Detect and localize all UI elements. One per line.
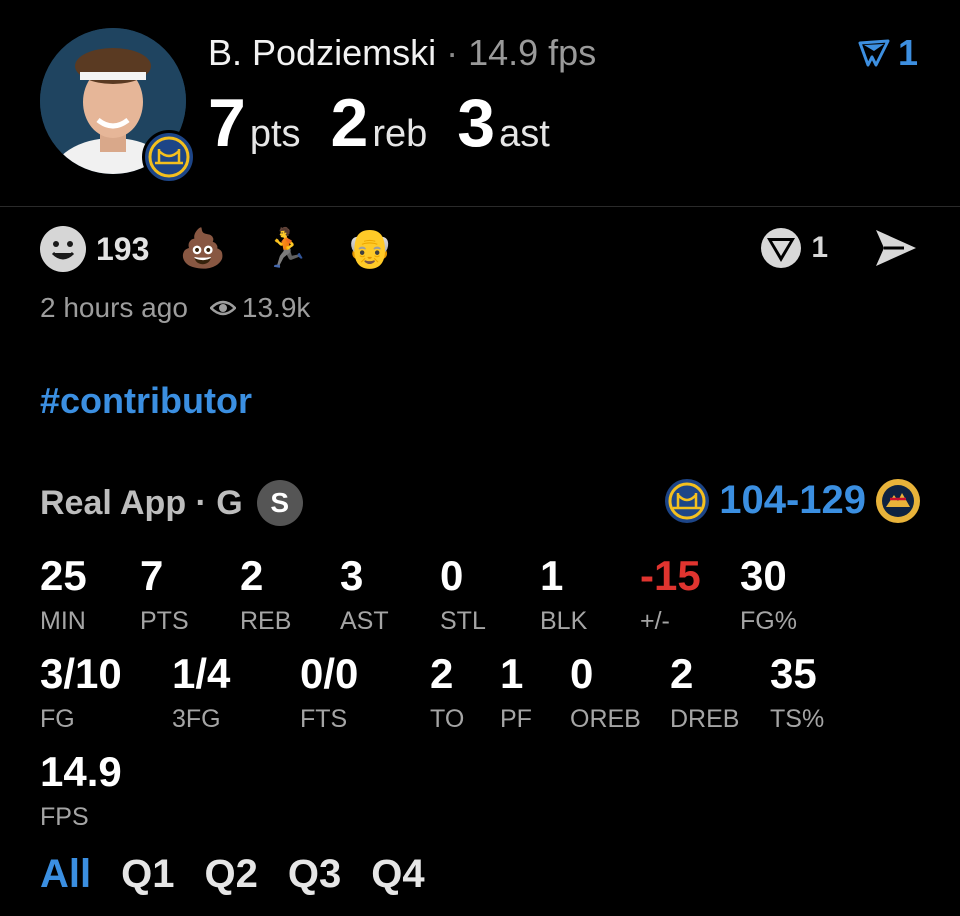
stat-label: 3FG	[172, 705, 221, 733]
stat-label: PTS	[140, 607, 189, 635]
stat-value: 0	[570, 650, 594, 697]
stat-fg: 3/10 FG	[40, 650, 122, 734]
stat-label: TO	[430, 705, 465, 733]
views: 13.9k	[209, 292, 311, 324]
eye-icon	[209, 300, 236, 316]
reaction-count: 193	[96, 230, 150, 267]
stat-label: FPS	[40, 803, 89, 831]
smiley-reaction-icon[interactable]	[40, 226, 86, 272]
vote-icon	[858, 39, 890, 67]
player-name[interactable]: B. Podziemski	[208, 32, 436, 73]
stat-value: 1	[500, 650, 524, 697]
tab-q1[interactable]: Q1	[121, 852, 174, 897]
warriors-logo-icon	[142, 130, 196, 184]
stat-ast: 3 AST	[340, 552, 389, 636]
stat-value: 35	[770, 650, 817, 697]
stat-value: 2	[430, 650, 454, 697]
stat-pf: 1 PF	[500, 650, 532, 734]
headline-ast-value: 3	[457, 85, 496, 161]
stat-ts-pct: 35 TS%	[770, 650, 824, 734]
stat-label: REB	[240, 607, 292, 635]
stat-label: DREB	[670, 705, 740, 733]
hashtag-link[interactable]: #contributor	[40, 380, 252, 422]
tab-all[interactable]: All	[40, 852, 91, 897]
stat-value: 3/10	[40, 650, 122, 697]
stat-fps: 14.9 FPS	[40, 748, 122, 832]
game-label: Real App · G	[40, 483, 243, 522]
stat-label: FG	[40, 705, 75, 733]
headline-reb-value: 2	[330, 85, 369, 161]
post-vote-count: 1	[811, 231, 828, 264]
headline-pts-value: 7	[208, 85, 246, 161]
poop-emoji-icon[interactable]: 💩	[179, 226, 226, 272]
stat-plus-minus: -15 +/-	[640, 552, 701, 636]
quarter-tabs: All Q1 Q2 Q3 Q4	[40, 852, 425, 897]
stat-stl: 0 STL	[440, 552, 486, 636]
stat-value: 3	[340, 552, 364, 599]
stat-label: MIN	[40, 607, 86, 635]
vote-shield-icon[interactable]	[759, 226, 803, 270]
stat-value: 2	[670, 650, 694, 697]
stat-value: 7	[140, 552, 164, 599]
stat-oreb: 0 OREB	[570, 650, 641, 734]
stat-value: -15	[640, 552, 701, 599]
stat-value: 0/0	[300, 650, 359, 697]
nuggets-team-icon	[876, 478, 920, 523]
stat-3fg: 1/4 3FG	[172, 650, 230, 734]
time-ago: 2 hours ago	[40, 292, 188, 323]
stat-label: PF	[500, 705, 532, 733]
warriors-team-icon	[665, 478, 710, 523]
stat-value: 30	[740, 552, 787, 599]
tab-q4[interactable]: Q4	[371, 852, 424, 897]
reactions-row: 193 💩 🏃 👴	[40, 226, 429, 272]
stat-label: FTS	[300, 705, 348, 733]
stat-label: STL	[440, 607, 486, 635]
top-vote-count: 1	[897, 32, 918, 73]
stat-dreb: 2 DREB	[670, 650, 739, 734]
stat-label: +/-	[640, 607, 670, 635]
headline-reb-unit: reb	[372, 113, 428, 155]
player-fps: 14.9 fps	[468, 32, 597, 73]
stat-fts: 0/0 FTS	[300, 650, 358, 734]
stat-value: 2	[240, 552, 264, 599]
stat-label: TS%	[770, 705, 825, 733]
header-divider	[0, 206, 960, 207]
game-source: Real App · G S	[40, 480, 303, 526]
post-actions: 1	[759, 226, 918, 270]
stat-pts: 7 PTS	[140, 552, 189, 636]
stat-label: BLK	[540, 607, 588, 635]
share-send-icon[interactable]	[874, 228, 918, 268]
stat-value: 1	[540, 552, 564, 599]
game-score[interactable]: 104-129	[665, 478, 920, 523]
player-name-line[interactable]: B. Podziemski · 14.9 fps	[208, 32, 596, 74]
post-meta: 2 hours ago 13.9k	[40, 292, 310, 324]
headline-ast-unit: ast	[499, 113, 550, 155]
stat-value: 14.9	[40, 748, 122, 795]
stat-value: 25	[40, 552, 87, 599]
headline-stats: 7 pts 2 reb 3 ast	[208, 84, 580, 162]
stat-min: 25 MIN	[40, 552, 87, 636]
stat-label: AST	[340, 607, 389, 635]
s-badge: S	[256, 480, 303, 526]
stat-value: 0	[440, 552, 464, 599]
views-count: 13.9k	[241, 292, 311, 323]
stat-to: 2 TO	[430, 650, 464, 734]
stat-blk: 1 BLK	[540, 552, 587, 636]
old-man-emoji-icon[interactable]: 👴	[346, 226, 393, 272]
tab-q3[interactable]: Q3	[288, 852, 341, 897]
headline-pts-unit: pts	[249, 113, 301, 155]
stat-value: 1/4	[172, 650, 231, 697]
stat-label: FG%	[740, 607, 797, 635]
stat-label: OREB	[570, 705, 641, 733]
stat-reb: 2 REB	[240, 552, 291, 636]
stat-fg-pct: 30 FG%	[740, 552, 797, 636]
score-text: 104-129	[719, 478, 866, 522]
tab-q2[interactable]: Q2	[204, 852, 257, 897]
top-vote-button[interactable]: 1	[858, 32, 918, 74]
name-separator: ·	[446, 32, 459, 73]
runner-emoji-icon[interactable]: 🏃	[263, 226, 310, 272]
